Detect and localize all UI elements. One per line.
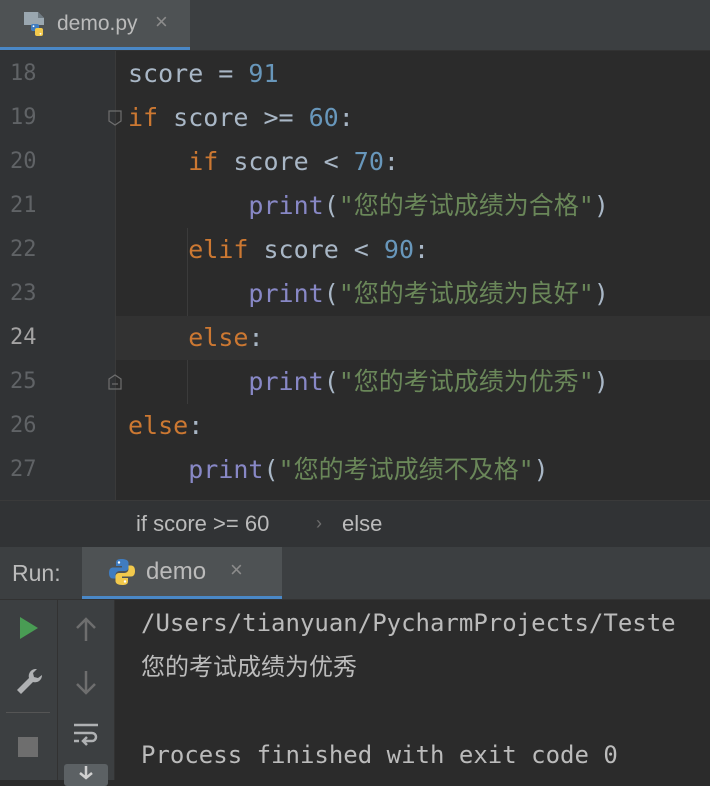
- code-token: (: [323, 367, 339, 396]
- code-token: print: [248, 367, 324, 396]
- line-number: 23: [10, 281, 37, 306]
- code-token: "您的考试成绩为合格": [338, 191, 594, 220]
- code-token: :: [188, 411, 204, 440]
- code-token: (: [323, 191, 339, 220]
- code-token: 90: [383, 235, 415, 264]
- toolbar-divider: [6, 712, 50, 713]
- line-number: 20: [10, 149, 37, 174]
- scroll-to-end-icon[interactable]: [64, 764, 108, 786]
- code-token: (: [263, 455, 279, 484]
- line-number: 25: [10, 369, 37, 394]
- editor-tab-bar: demo.py ×: [0, 0, 710, 51]
- run-panel-header: Run: demo ×: [0, 547, 710, 600]
- code-token: 60: [308, 103, 339, 132]
- line-number: 21: [10, 193, 37, 218]
- code-line: print("您的考试成绩不及格"): [128, 448, 549, 492]
- code-token: "您的考试成绩为优秀": [338, 367, 594, 396]
- line-number: 18: [10, 61, 37, 86]
- console-line-exit: Process finished with exit code 0: [141, 741, 618, 769]
- code-token: if: [188, 147, 219, 176]
- run-toolbar-secondary: [58, 600, 115, 786]
- code-line: elif score < 90:: [128, 228, 429, 272]
- scroll-down-icon[interactable]: [74, 668, 98, 701]
- code-token: "您的考试成绩为良好": [338, 279, 594, 308]
- line-number: 26: [10, 413, 37, 438]
- code-token: ): [593, 279, 609, 308]
- code-token: "您的考试成绩不及格": [278, 455, 534, 484]
- code-token: score >=: [158, 103, 309, 132]
- line-number: 27: [10, 457, 37, 482]
- run-tab-demo[interactable]: demo ×: [82, 547, 282, 599]
- tab-close-icon[interactable]: ×: [155, 9, 168, 35]
- code-line: else:: [128, 404, 203, 448]
- code-token: print: [188, 455, 264, 484]
- code-token: :: [248, 323, 264, 352]
- code-token: :: [414, 235, 430, 264]
- code-token: score <: [248, 235, 384, 264]
- code-token: :: [338, 103, 354, 132]
- line-number: 22: [10, 237, 37, 262]
- code-token: elif: [188, 235, 249, 264]
- breadcrumb-item-if[interactable]: if score >= 60: [136, 511, 269, 537]
- tab-filename: demo.py: [57, 12, 138, 35]
- code-token: (: [323, 279, 339, 308]
- python-icon: [107, 557, 137, 592]
- run-tab-label: demo: [146, 558, 207, 585]
- fold-start-icon[interactable]: [108, 110, 122, 126]
- scroll-up-icon[interactable]: [74, 616, 98, 649]
- code-token: else: [188, 323, 249, 352]
- code-token: print: [248, 191, 324, 220]
- code-line: if score >= 60:: [128, 96, 354, 140]
- code-line: print("您的考试成绩为良好"): [128, 272, 609, 316]
- code-line: score = 91: [128, 52, 279, 96]
- console-line-command: /Users/tianyuan/PycharmProjects/Teste: [141, 609, 676, 637]
- python-file-icon: [22, 11, 48, 44]
- breadcrumb-item-else[interactable]: else: [342, 511, 382, 537]
- breadcrumb: if score >= 60 › else: [0, 500, 710, 547]
- code-token: print: [248, 279, 324, 308]
- code-line: print("您的考试成绩为优秀"): [128, 360, 609, 404]
- run-console-output[interactable]: /Users/tianyuan/PycharmProjects/Teste 您的…: [115, 600, 710, 780]
- code-token: :: [383, 147, 399, 176]
- breadcrumb-separator: ›: [316, 513, 322, 533]
- code-line: else:: [128, 316, 264, 360]
- code-token: if: [128, 103, 159, 132]
- line-number-gutter: 18 19 20 21 22 23 24 25 26 27: [0, 51, 116, 500]
- line-number: 24: [10, 325, 37, 350]
- line-number: 19: [10, 105, 37, 130]
- code-token: else: [128, 411, 189, 440]
- tab-demo-py[interactable]: demo.py ×: [0, 0, 190, 50]
- wrench-icon[interactable]: [14, 666, 44, 701]
- code-editor[interactable]: 18 19 20 21 22 23 24 25 26 27 score = 91 if score …: [0, 51, 710, 500]
- code-line: if score < 70:: [128, 140, 399, 184]
- run-label: Run:: [12, 560, 61, 586]
- code-token: 91: [248, 59, 279, 88]
- code-token: 70: [353, 147, 384, 176]
- code-token: score =: [128, 59, 249, 88]
- run-toolbar-primary: [0, 600, 58, 780]
- code-token: score <: [218, 147, 354, 176]
- console-line-output: 您的考试成绩为优秀: [141, 653, 357, 681]
- run-tab-close-icon[interactable]: ×: [230, 557, 243, 583]
- code-token: ): [593, 367, 609, 396]
- code-token: ): [593, 191, 609, 220]
- stop-icon[interactable]: [17, 736, 39, 763]
- code-token: ): [533, 455, 549, 484]
- fold-end-icon[interactable]: [108, 374, 122, 390]
- run-icon[interactable]: [17, 614, 41, 647]
- soft-wrap-icon[interactable]: [72, 720, 100, 753]
- code-line: print("您的考试成绩为合格"): [128, 184, 609, 228]
